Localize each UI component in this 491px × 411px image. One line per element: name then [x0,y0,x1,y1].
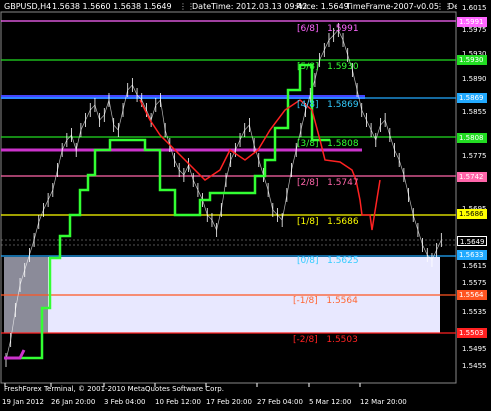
timeframe-label: TimeFrame-2007-v0.05 [346,2,439,11]
copyright-footer: FreshForex Terminal, © 2001-2010 MetaQuo… [4,385,224,393]
price-tick: 1.5455 [462,362,487,370]
price-label: Price: 1.5649 [296,2,349,11]
price-tick: 1.5890 [462,75,487,83]
time-tick: 19 Jan 2012 [2,398,44,406]
level-1-8-label: [1/8] 1.5686 [297,217,359,227]
time-tick: 10 Feb 12:00 [155,398,201,406]
level-0-8-label: [0/8] 1.5625 [297,256,359,266]
level-4-8-price-tag: 1.5869 [457,93,487,103]
price-tick: 1.5775 [462,152,487,160]
time-tick: 5 Mar 12:00 [309,398,352,406]
time-tick: 12 Mar 20:00 [360,398,407,406]
chart-window[interactable]: GBPUSD,H4 1.5638 1.5660 1.5638 1.5649 ⋮⋮… [0,0,491,411]
level-1-8-price-tag: 1.5686 [457,209,487,219]
price-chart-canvas[interactable] [0,0,491,411]
level-minus-2-8-price-tag: 1.5503 [457,328,487,338]
level-0-8-price-tag: 1.5633 [457,250,487,260]
symbol-label: GBPUSD,H4 [4,2,52,11]
time-tick: 27 Feb 04:00 [257,398,303,406]
level-5-8-label: [5/8] 1.5930 [297,62,359,72]
price-tick: 1.5615 [462,262,487,270]
time-tick: 3 Feb 04:00 [104,398,146,406]
level-2-8-label: [2/8] 1.5747 [297,178,359,188]
level-3-8-label: [3/8] 1.5808 [297,139,359,149]
price-tick: 1.5855 [462,108,487,116]
level-minus-1-8-label: [-1/8] 1.5564 [293,296,358,306]
trailing-stop-purple [4,349,26,360]
datetime-label: DateTime: 2012.03.13 09:42 [192,2,308,11]
level-2-8-price-tag: 1.5742 [457,172,487,182]
price-tick: 1.5575 [462,279,487,287]
price-tick: 1.6015 [462,4,487,12]
current-price-tag: 1.5649 [457,236,487,246]
price-tick: 1.5495 [462,345,487,353]
ohlc-label: 1.5638 1.5660 1.5638 1.5649 [52,2,172,11]
level-6-8-label: [6/8] 1.5991 [297,24,359,34]
time-tick: 26 Jan 20:00 [51,398,96,406]
level-minus-2-8-label: [-2/8] 1.5503 [293,335,358,345]
level-3-8-price-tag: 1.5808 [457,133,487,143]
level-4-8-label: [4/8] 1.5869 [297,100,359,110]
level-5-8-price-tag: 1.5930 [457,55,487,65]
level-minus-1-8-price-tag: 1.5564 [457,290,487,300]
price-tick: 1.5535 [462,308,487,316]
default-label: Default [448,2,457,11]
time-tick: 17 Feb 20:00 [206,398,252,406]
level-6-8-price-tag: 1.5991 [457,17,487,27]
price-tick: 1.5975 [462,26,487,34]
